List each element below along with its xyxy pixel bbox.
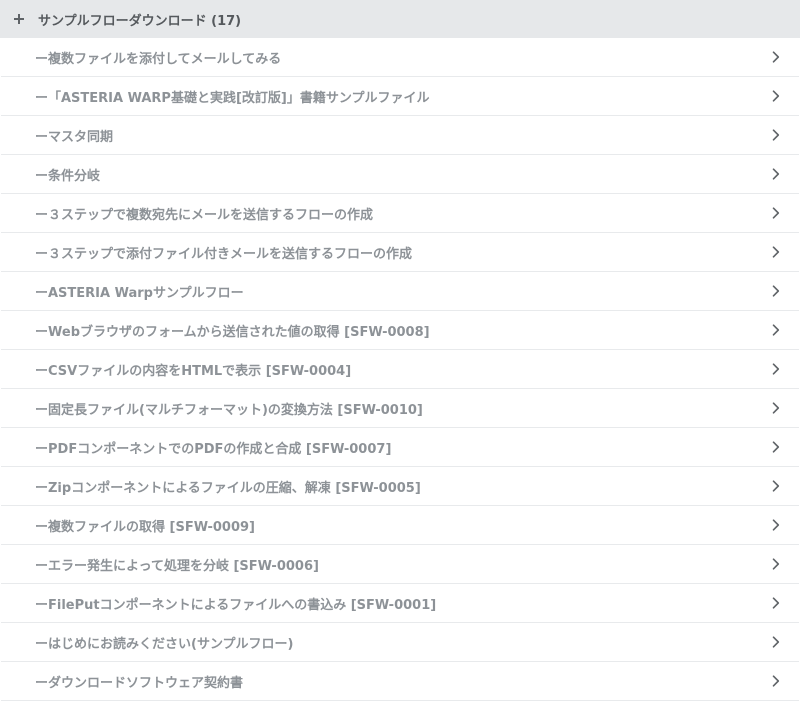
chevron-right-icon[interactable] — [771, 597, 781, 609]
chevron-right-icon[interactable] — [771, 51, 781, 63]
chevron-right-icon[interactable] — [771, 207, 781, 219]
list-item[interactable]: ー複数ファイルを添付してメールしてみる — [1, 38, 799, 77]
chevron-right-icon[interactable] — [771, 441, 781, 453]
group-title: サンプルフローダウンロード (17) — [38, 13, 242, 29]
list-item[interactable]: ーエラー発生によって処理を分岐 [SFW-0006] — [1, 545, 799, 584]
group-header[interactable]: サンプルフローダウンロード (17) — [0, 0, 800, 38]
list-item[interactable]: ーZipコンポーネントによるファイルの圧縮、解凍 [SFW-0005] — [1, 467, 799, 506]
list-item-label: ーASTERIA Warpサンプルフロー — [35, 285, 244, 301]
chevron-right-icon[interactable] — [771, 168, 781, 180]
list-item-label: ー固定長ファイル(マルチフォーマット)の変換方法 [SFW-0010] — [35, 402, 423, 418]
list-item[interactable]: ーPDFコンポーネントでのPDFの作成と合成 [SFW-0007] — [1, 428, 799, 467]
chevron-right-icon[interactable] — [771, 480, 781, 492]
list-item[interactable]: ーCSVファイルの内容をHTMLで表示 [SFW-0004] — [1, 350, 799, 389]
list-item-label: ー３ステップで添付ファイル付きメールを送信するフローの作成 — [35, 246, 413, 262]
sample-flow-download-panel: サンプルフローダウンロード (17) ー複数ファイルを添付してメールしてみるー「… — [0, 0, 800, 703]
list-item[interactable]: ー「ASTERIA WARP基礎と実践[改訂版]」書籍サンプルファイル — [1, 77, 799, 116]
chevron-right-icon[interactable] — [771, 363, 781, 375]
list-item-label: ーCSVファイルの内容をHTMLで表示 [SFW-0004] — [35, 363, 352, 379]
chevron-right-icon[interactable] — [771, 246, 781, 258]
list-item-label: ーWebブラウザのフォームから送信された値の取得 [SFW-0008] — [35, 324, 430, 340]
list-item-label: ー複数ファイルを添付してメールしてみる — [35, 51, 282, 67]
chevron-right-icon[interactable] — [771, 636, 781, 648]
chevron-right-icon[interactable] — [771, 129, 781, 141]
list-item-label: ーはじめにお読みください(サンプルフロー) — [35, 636, 294, 652]
list-item-label: ー条件分岐 — [35, 168, 101, 184]
chevron-right-icon[interactable] — [771, 90, 781, 102]
list-item[interactable]: ーマスタ同期 — [1, 116, 799, 155]
list-item-label: ーマスタ同期 — [35, 129, 114, 145]
list-item[interactable]: ー固定長ファイル(マルチフォーマット)の変換方法 [SFW-0010] — [1, 389, 799, 428]
list-item-label: ーPDFコンポーネントでのPDFの作成と合成 [SFW-0007] — [35, 441, 392, 457]
chevron-right-icon[interactable] — [771, 324, 781, 336]
list-item[interactable]: ー条件分岐 — [1, 155, 799, 194]
list-item-label: ー「ASTERIA WARP基礎と実践[改訂版]」書籍サンプルファイル — [35, 90, 430, 106]
chevron-right-icon[interactable] — [771, 402, 781, 414]
chevron-right-icon[interactable] — [771, 675, 781, 687]
list-item[interactable]: ーダウンロードソフトウェア契約書 — [1, 662, 799, 701]
list-item[interactable]: ーWebブラウザのフォームから送信された値の取得 [SFW-0008] — [1, 311, 799, 350]
list-item-label: ーエラー発生によって処理を分岐 [SFW-0006] — [35, 558, 319, 574]
list-item[interactable]: ー複数ファイルの取得 [SFW-0009] — [1, 506, 799, 545]
list-item[interactable]: ー３ステップで添付ファイル付きメールを送信するフローの作成 — [1, 233, 799, 272]
list-item[interactable]: ーはじめにお読みください(サンプルフロー) — [1, 623, 799, 662]
list-item-label: ーFilePutコンポーネントによるファイルへの書込み [SFW-0001] — [35, 597, 437, 613]
chevron-right-icon[interactable] — [771, 285, 781, 297]
download-list: ー複数ファイルを添付してメールしてみるー「ASTERIA WARP基礎と実践[改… — [0, 38, 800, 701]
list-item[interactable]: ー３ステップで複数宛先にメールを送信するフローの作成 — [1, 194, 799, 233]
chevron-right-icon[interactable] — [771, 558, 781, 570]
chevron-right-icon[interactable] — [771, 519, 781, 531]
list-item[interactable]: ーFilePutコンポーネントによるファイルへの書込み [SFW-0001] — [1, 584, 799, 623]
list-item-label: ー複数ファイルの取得 [SFW-0009] — [35, 519, 255, 535]
list-item-label: ーZipコンポーネントによるファイルの圧縮、解凍 [SFW-0005] — [35, 480, 421, 496]
plus-icon[interactable] — [12, 12, 26, 26]
list-item-label: ー３ステップで複数宛先にメールを送信するフローの作成 — [35, 207, 374, 223]
list-item[interactable]: ーASTERIA Warpサンプルフロー — [1, 272, 799, 311]
list-item-label: ーダウンロードソフトウェア契約書 — [35, 675, 244, 691]
